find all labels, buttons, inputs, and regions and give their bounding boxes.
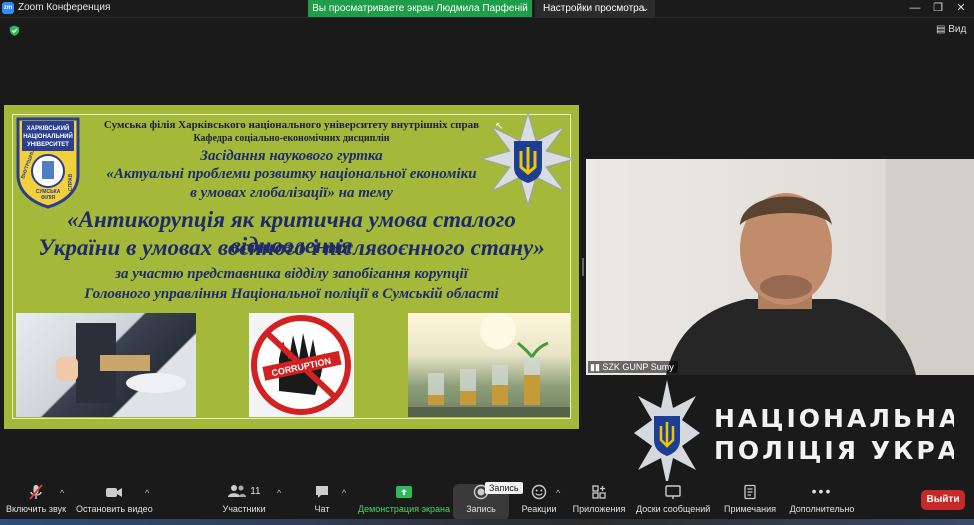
- leave-meeting-button[interactable]: Выйти: [921, 490, 965, 510]
- video-options-caret[interactable]: ^: [145, 488, 149, 498]
- slide-image-corruption-stop: CORRUPTION: [249, 313, 354, 417]
- reactions-button[interactable]: Реакции: [518, 484, 560, 514]
- notes-icon: [744, 484, 756, 500]
- people-icon: [228, 485, 247, 498]
- view-settings-label: Настройки просмотра: [543, 3, 645, 14]
- unmute-button[interactable]: Включить звук: [4, 484, 68, 514]
- reactions-options-caret[interactable]: ^: [556, 488, 560, 498]
- whiteboards-button[interactable]: Доски сообщений: [636, 484, 710, 514]
- unmute-label: Включить звук: [5, 504, 67, 514]
- whiteboard-icon: [665, 485, 681, 499]
- watermark-line-1: НАЦІОНАЛЬНА: [714, 404, 954, 433]
- slide-meeting-title: Засідання наукового гуртка: [200, 148, 383, 164]
- record-tooltip: Запись: [485, 482, 523, 494]
- whiteboards-label: Доски сообщений: [636, 504, 711, 514]
- restore-button[interactable]: ❐: [927, 0, 949, 17]
- apps-icon: [592, 485, 606, 499]
- record-label: Запись: [466, 504, 496, 514]
- view-label: Вид: [948, 24, 967, 35]
- participants-icon-group: 11: [222, 484, 266, 500]
- national-police-star-icon: [634, 380, 700, 486]
- participants-button[interactable]: 11 Участники: [222, 484, 266, 514]
- slide-topic-line-1: «Актуальні проблеми розвитку національно…: [106, 166, 477, 182]
- slide-institution: Сумська філія Харківського національного…: [103, 119, 480, 131]
- participants-label: Участники: [222, 504, 266, 514]
- participant-video-tile[interactable]: ▮▮ SZK GUNP Sumy: [586, 159, 974, 375]
- slide-topic-line-2: в умовах глобалізації» на тему: [190, 185, 393, 201]
- zoom-app-icon: zm: [2, 2, 14, 14]
- audio-options-caret[interactable]: ^: [60, 488, 64, 498]
- shared-screen-slide: ХАРКІВСЬКИЙ НАЦІОНАЛЬНИЙ УНІВЕРСИТЕТ ВНУ…: [4, 105, 579, 429]
- microphone-muted-icon: [29, 484, 43, 500]
- smiley-icon: [531, 484, 547, 500]
- more-label: Дополнительно: [789, 504, 855, 514]
- chat-button[interactable]: Чат: [306, 484, 338, 514]
- security-shield-icon[interactable]: [9, 25, 20, 36]
- share-screen-button[interactable]: Демонстрация экрана: [358, 484, 450, 514]
- apps-label: Приложения: [572, 504, 626, 514]
- chat-options-caret[interactable]: ^: [342, 488, 346, 498]
- video-camera-icon: [106, 488, 122, 497]
- split-view-resize-handle[interactable]: [582, 258, 584, 276]
- slide-headline-line-2: України в умовах воєнного і післявоєнног…: [38, 235, 545, 260]
- slide-participation-line-1: за участю представника відділу запобіган…: [115, 266, 468, 282]
- screen-share-banner: Вы просматриваете экран Людмила Парфенiй: [308, 0, 532, 17]
- close-window-button[interactable]: ✕: [950, 0, 972, 17]
- share-screen-label: Демонстрация экрана: [358, 504, 450, 514]
- stop-video-button[interactable]: Остановить видео: [76, 484, 153, 514]
- slide-image-coin-jars: [408, 313, 570, 417]
- chat-bubble-icon: [316, 486, 328, 498]
- participants-options-caret[interactable]: ^: [277, 488, 281, 498]
- view-button[interactable]: ▤ Вид: [936, 24, 966, 35]
- share-screen-icon: [396, 486, 412, 498]
- slide-department: Кафедра соціально-економічних дисциплін: [193, 133, 390, 144]
- view-settings-dropdown[interactable]: Настройки просмотра ⌄: [535, 0, 655, 17]
- participant-video-frame: [666, 159, 974, 375]
- signal-bars-icon: ▮▮: [590, 362, 600, 372]
- window-title: Zoom Конференция: [18, 2, 111, 13]
- notes-button[interactable]: Примечания: [724, 484, 776, 514]
- view-grid-icon: ▤: [936, 24, 946, 35]
- chat-label: Чат: [314, 504, 330, 514]
- chevron-down-icon: ⌄: [641, 3, 649, 13]
- stop-video-label: Остановить видео: [76, 504, 153, 514]
- reactions-label: Реакции: [521, 504, 557, 514]
- os-taskbar-edge: [0, 519, 974, 525]
- participant-name-label: ▮▮ SZK GUNP Sumy: [588, 361, 678, 373]
- watermark-line-2: ПОЛІЦІЯ УКРАЇНИ: [714, 436, 954, 465]
- more-dots-icon: •••: [811, 483, 833, 499]
- minimize-button[interactable]: —: [904, 0, 926, 17]
- slide-participation-line-2: Головного управління Національної поліці…: [84, 286, 499, 302]
- participants-count: 11: [250, 486, 261, 497]
- notes-label: Примечания: [724, 504, 776, 514]
- more-button[interactable]: ••• Дополнительно: [788, 484, 856, 514]
- slide-image-bribe-refusal: [16, 313, 196, 417]
- apps-button[interactable]: Приложения: [572, 484, 626, 514]
